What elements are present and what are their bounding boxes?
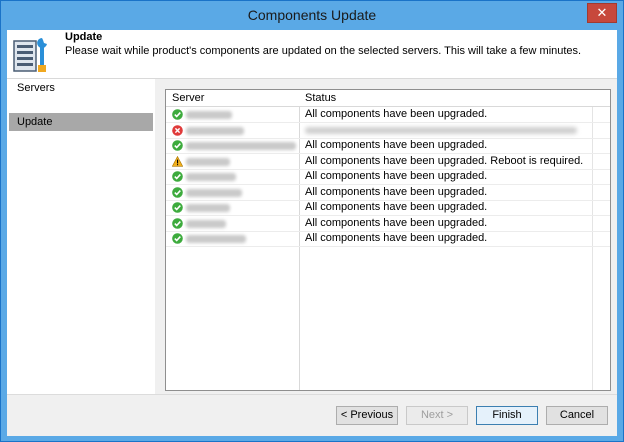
table-row[interactable]: All components have been upgraded. [166, 200, 610, 216]
success-check-icon [172, 171, 183, 182]
previous-button[interactable]: < Previous [336, 406, 398, 425]
table-row[interactable] [166, 123, 610, 139]
nav-item-servers[interactable]: Servers [9, 79, 153, 97]
table-row[interactable]: All components have been upgraded. [166, 138, 610, 154]
server-name-redacted [186, 204, 230, 212]
server-name-redacted [186, 157, 230, 166]
success-check-icon [172, 202, 183, 213]
cancel-button[interactable]: Cancel [546, 406, 608, 425]
table-row[interactable]: All components have been upgraded. [166, 216, 610, 232]
status-text: All components have been upgraded. [305, 216, 488, 229]
wizard-footer: < Previous Next > Finish Cancel [7, 394, 617, 436]
success-check-icon [172, 186, 183, 198]
status-text: All components have been upgraded. [305, 108, 488, 120]
wizard-header: Update Please wait while product's compo… [7, 30, 617, 79]
wizard-steps-nav: Servers Update [7, 79, 155, 394]
components-update-window: Components Update ✕ Update Please wait w… [0, 0, 624, 442]
success-check-icon [172, 109, 183, 120]
close-icon: ✕ [596, 5, 608, 20]
table-row[interactable]: All components have been upgraded. [166, 231, 610, 247]
finish-button[interactable]: Finish [476, 406, 538, 425]
table-row[interactable]: All components have been upgraded. Reboo… [166, 154, 610, 170]
servers-status-grid[interactable]: Server Status All components have been u… [165, 89, 611, 391]
dialog-client-area: Update Please wait while product's compo… [7, 30, 617, 436]
status-text: All components have been upgraded. [305, 232, 488, 244]
table-row[interactable]: All components have been upgraded. [166, 185, 610, 201]
status-text: All components have been upgraded. [305, 139, 488, 151]
column-header-status[interactable]: Status [305, 92, 336, 104]
server-name-redacted [186, 188, 242, 197]
success-check-icon [172, 233, 183, 244]
close-button[interactable]: ✕ [587, 3, 617, 23]
status-text-redacted [305, 126, 577, 134]
server-name-redacted [186, 235, 246, 243]
server-name-redacted [186, 126, 244, 135]
step-title: Update [65, 31, 103, 43]
status-text: All components have been upgraded. Reboo… [305, 154, 584, 167]
title-bar[interactable]: Components Update ✕ [1, 1, 623, 30]
server-name-redacted [186, 142, 296, 150]
update-tools-icon [13, 38, 47, 72]
success-check-icon [172, 217, 183, 229]
table-row[interactable]: All components have been upgraded. [166, 107, 610, 123]
status-text: All components have been upgraded. [305, 170, 488, 182]
warning-icon [172, 155, 183, 167]
server-name-redacted [186, 219, 226, 228]
server-name-redacted [186, 111, 232, 119]
window-title: Components Update [247, 7, 377, 23]
error-icon [172, 124, 183, 136]
next-button[interactable]: Next > [406, 406, 468, 425]
table-row[interactable]: All components have been upgraded. [166, 169, 610, 185]
server-name-redacted [186, 173, 236, 181]
step-description: Please wait while product's components a… [65, 45, 582, 57]
grid-header: Server Status [166, 90, 610, 107]
status-text: All components have been upgraded. [305, 185, 488, 198]
status-text: All components have been upgraded. [305, 201, 488, 213]
column-header-server[interactable]: Server [172, 92, 204, 104]
nav-item-update[interactable]: Update [9, 113, 153, 131]
success-check-icon [172, 140, 183, 151]
